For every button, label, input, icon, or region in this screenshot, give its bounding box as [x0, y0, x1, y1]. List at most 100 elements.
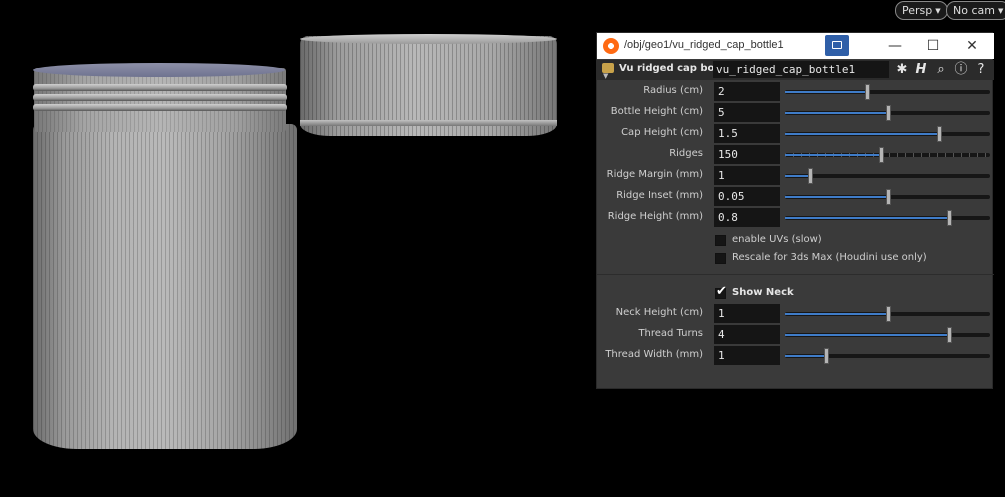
param-label: Ridge Height (mm)	[607, 211, 703, 222]
thread-turns-field[interactable]: 4	[714, 325, 780, 344]
houdini-app-icon	[603, 38, 619, 54]
window-title: /obj/geo1/vu_ridged_cap_bottle1	[624, 39, 784, 51]
bottle-body-render	[33, 124, 297, 449]
param-row-cap-height: Cap Height (cm) 1.5	[597, 123, 994, 144]
radius-field[interactable]: 2	[714, 82, 780, 101]
param-label: Ridge Margin (mm)	[606, 169, 703, 180]
close-button[interactable]: ✕	[957, 36, 987, 56]
node-header-bar: ▼ Vu ridged cap bottle vu_ridged_cap_bot…	[597, 60, 994, 80]
cap-height-field[interactable]: 1.5	[714, 124, 780, 143]
rescale-3dsmax-checkbox[interactable]	[715, 253, 726, 264]
ridges-field[interactable]: 150	[714, 145, 780, 164]
slider-handle[interactable]	[879, 147, 885, 163]
bottle-top-render	[33, 63, 285, 77]
window-pin-icon	[832, 41, 842, 49]
ridge-height-field[interactable]: 0.8	[714, 208, 780, 227]
no-cam-label: No cam	[953, 4, 995, 17]
help-icon[interactable]: ?	[972, 61, 990, 79]
bottle-thread-render	[33, 84, 287, 91]
ridge-inset-slider[interactable]	[785, 189, 990, 205]
minimize-button[interactable]: —	[880, 36, 910, 56]
param-row-thread-turns: Thread Turns 4	[597, 324, 994, 345]
persp-label: Persp	[902, 4, 933, 17]
neck-height-slider[interactable]	[785, 306, 990, 322]
node-name-field[interactable]: vu_ridged_cap_bottle1	[713, 61, 889, 78]
dropdown-arrow-icon: ▼	[935, 7, 941, 15]
cap-band-render	[300, 120, 557, 126]
ridge-margin-field[interactable]: 1	[714, 166, 780, 185]
param-label: Ridge Inset (mm)	[616, 190, 703, 201]
dropdown-arrow-icon: ▼	[997, 7, 1004, 15]
search-icon[interactable]: ⌕	[932, 61, 950, 79]
maximize-button[interactable]: ☐	[918, 36, 948, 56]
show-neck-checkbox[interactable]: ✔	[715, 284, 727, 299]
enable-uvs-checkbox[interactable]	[715, 235, 726, 246]
slider-handle[interactable]	[807, 168, 813, 184]
ridge-height-slider[interactable]	[785, 210, 990, 226]
enable-uvs-checkbox-row: enable UVs (slow)	[597, 232, 994, 250]
param-label: Thread Turns	[638, 328, 703, 339]
show-neck-checkbox-row: ✔ Show Neck	[597, 284, 994, 303]
thread-width-slider[interactable]	[785, 348, 990, 364]
slider-fill	[785, 196, 888, 198]
param-label: Neck Height (cm)	[615, 307, 703, 318]
rescale-3dsmax-checkbox-row: Rescale for 3ds Max (Houdini use only)	[597, 250, 994, 268]
window-titlebar[interactable]: /obj/geo1/vu_ridged_cap_bottle1 — ☐ ✕	[597, 33, 994, 59]
neck-height-field[interactable]: 1	[714, 304, 780, 323]
cap-rim-render	[300, 34, 557, 44]
window-pin-button[interactable]	[825, 35, 849, 56]
parameter-window: /obj/geo1/vu_ridged_cap_bottle1 — ☐ ✕ ▼ …	[596, 32, 994, 389]
slider-handle[interactable]	[885, 306, 891, 322]
radius-slider[interactable]	[785, 84, 990, 100]
param-row-thread-width: Thread Width (mm) 1	[597, 345, 994, 366]
gear-icon[interactable]: ✱	[893, 61, 911, 79]
help-h-icon[interactable]: H	[912, 61, 930, 79]
show-neck-checkbox-label: Show Neck	[732, 287, 794, 298]
bottle-height-slider[interactable]	[785, 105, 990, 121]
slider-handle[interactable]	[824, 348, 829, 364]
slider-handle[interactable]	[947, 327, 952, 343]
dropdown-arrow-icon: ▼	[603, 72, 609, 80]
slider-fill	[785, 217, 949, 219]
thread-width-field[interactable]: 1	[714, 346, 780, 365]
slider-fill	[785, 355, 826, 357]
param-label: Ridges	[669, 148, 703, 159]
param-row-ridge-margin: Ridge Margin (mm) 1	[597, 165, 994, 186]
slider-fill	[785, 334, 949, 336]
param-label: Cap Height (cm)	[621, 127, 703, 138]
slider-fill	[785, 175, 810, 177]
slider-fill	[785, 91, 867, 93]
info-icon[interactable]: ⓘ	[952, 61, 970, 79]
slider-fill	[785, 112, 888, 114]
enable-uvs-checkbox-label: enable UVs (slow)	[732, 234, 822, 245]
slider-fill	[785, 133, 939, 135]
param-label: Radius (cm)	[643, 85, 703, 96]
bottle-height-field[interactable]: 5	[714, 103, 780, 122]
rescale-3dsmax-checkbox-label: Rescale for 3ds Max (Houdini use only)	[732, 252, 927, 263]
param-row-bottle-height: Bottle Height (cm) 5	[597, 102, 994, 123]
param-row-radius: Radius (cm) 2	[597, 81, 994, 102]
param-label: Thread Width (mm)	[605, 349, 703, 360]
slider-handle[interactable]	[885, 189, 891, 205]
persp-camera-menu[interactable]: Persp ▼	[895, 1, 948, 20]
slider-fill	[785, 154, 882, 156]
cap-height-slider[interactable]	[785, 126, 990, 142]
param-row-ridge-inset: Ridge Inset (mm) 0.05	[597, 186, 994, 207]
section-divider	[597, 274, 994, 275]
slider-handle[interactable]	[947, 210, 952, 226]
param-row-ridges: Ridges 150	[597, 144, 994, 165]
slider-handle[interactable]	[885, 105, 891, 121]
slider-handle[interactable]	[936, 126, 942, 142]
param-row-neck-height: Neck Height (cm) 1	[597, 303, 994, 324]
checkmark-icon: ✔	[716, 284, 727, 299]
param-row-ridge-height: Ridge Height (mm) 0.8	[597, 207, 994, 228]
slider-handle[interactable]	[865, 84, 870, 100]
thread-turns-slider[interactable]	[785, 327, 990, 343]
ridge-inset-field[interactable]: 0.05	[714, 187, 780, 206]
no-cam-menu[interactable]: No cam ▼	[946, 1, 1005, 20]
param-label: Bottle Height (cm)	[610, 106, 703, 117]
ridges-slider[interactable]	[785, 147, 990, 163]
slider-fill	[785, 313, 888, 315]
ridge-margin-slider[interactable]	[785, 168, 990, 184]
bottle-thread-render	[33, 94, 287, 101]
